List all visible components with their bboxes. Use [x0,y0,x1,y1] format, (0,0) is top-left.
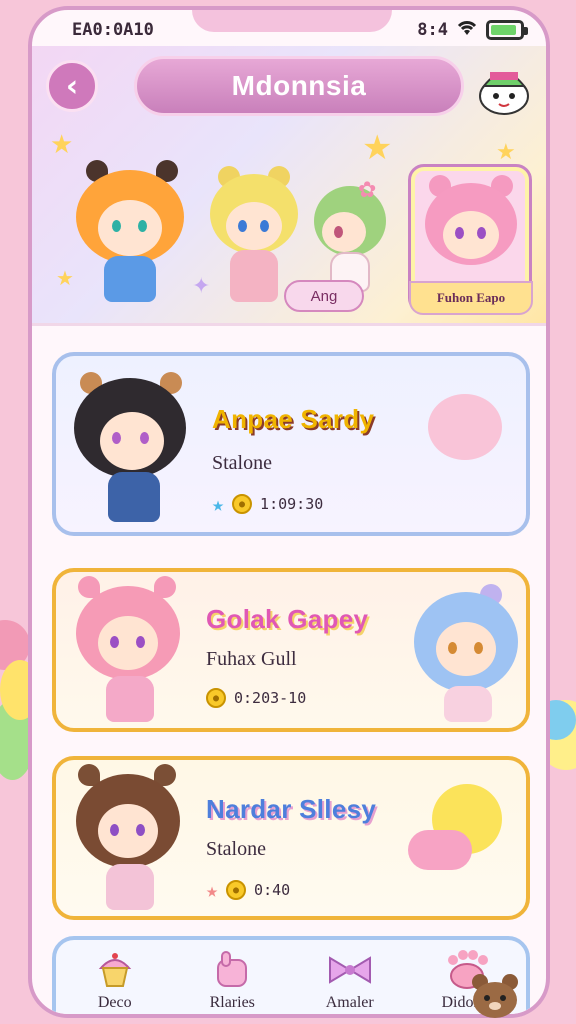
mascot-icon[interactable] [474,58,534,116]
character-stat-value: 1:09:30 [260,495,324,513]
status-bar: EA0:0A10 8:4 [32,10,546,50]
character-name: Nardar Sllesy [206,794,377,824]
character-role: Stalone [212,452,272,474]
character-stat-value: 0:40 [254,881,291,899]
featured-character-card[interactable]: Fuhon Eapo [408,164,533,315]
coin-icon: ● [206,688,226,708]
character-stats: ● 0:203-10 [206,688,306,708]
cupcake-icon [91,950,139,990]
coin-icon: ● [226,880,247,900]
page-title: Mdonnsia [134,56,464,116]
status-time-left: EA0:0A10 [72,20,154,40]
nav-item-rlaries[interactable]: Rlaries [182,950,282,1014]
character-card[interactable]: Nardar Sllesy Stalone ★ ● 0:40 [52,756,530,920]
hand-icon [208,950,256,990]
character-avatar-pink-hair [74,576,184,726]
star-icon: ★ [50,130,74,160]
chevron-left-icon: ‹ [65,68,79,104]
star-icon: ★ [206,878,219,902]
nav-item-deco[interactable]: Deco [65,950,165,1014]
nav-label: Rlaries [209,994,255,1011]
nav-label: Deco [97,994,132,1011]
pink-cloud-icon [408,830,472,870]
featured-label: Fuhon Eapo [409,281,533,315]
nav-label: Amaler [325,994,374,1011]
character-pink-hair [423,175,519,285]
flower-icon: ✿ [358,178,377,203]
bow-icon [326,950,374,990]
character-stats: ★ ● 0:40 [206,878,290,902]
character-orange-hair[interactable] [72,156,192,316]
pink-blob-mascot-icon [428,394,502,460]
phone-frame: EA0:0A10 8:4 ‹ Mdonnsia ★ ★ ★ ✦ ★ ✿ Ang … [28,6,550,1018]
star-icon: ★ [212,492,225,516]
battery-icon [486,20,528,40]
star-icon: ★ [362,128,393,168]
character-stats: ★ ● 1:09:30 [212,492,323,516]
character-stat-value: 0:203-10 [234,689,307,707]
character-name: Golak Gapey [206,604,369,634]
wifi-icon [456,19,478,42]
character-avatar-brown-hair [74,764,184,914]
filter-tag[interactable]: Ang [284,280,364,312]
character-card[interactable]: Golak Gapey Fuhax Gull ● 0:203-10 [52,568,530,732]
back-button[interactable]: ‹ [46,60,98,112]
character-card[interactable]: Anpae Sardy Stalone ★ ● 1:09:30 [52,352,530,536]
star-icon: ★ [496,140,516,165]
nav-item-amaler[interactable]: Amaler [300,950,400,1014]
coin-icon: ● [232,494,253,514]
character-avatar-black-hair [72,362,192,532]
header-banner: ‹ Mdonnsia ★ ★ ★ ✦ ★ ✿ Ang Fuhon Eapo [32,46,546,326]
character-avatar-blue-hair [412,582,522,726]
character-role: Stalone [206,838,266,860]
character-role: Fuhax Gull [206,648,297,670]
character-name: Anpae Sardy [212,404,375,434]
bear-mascot-icon [468,972,522,1020]
status-time-right: 8:4 [417,20,448,40]
battery-fill [491,25,517,35]
bottom-navigation: Deco Rlaries Amaler Didome [52,936,530,1014]
